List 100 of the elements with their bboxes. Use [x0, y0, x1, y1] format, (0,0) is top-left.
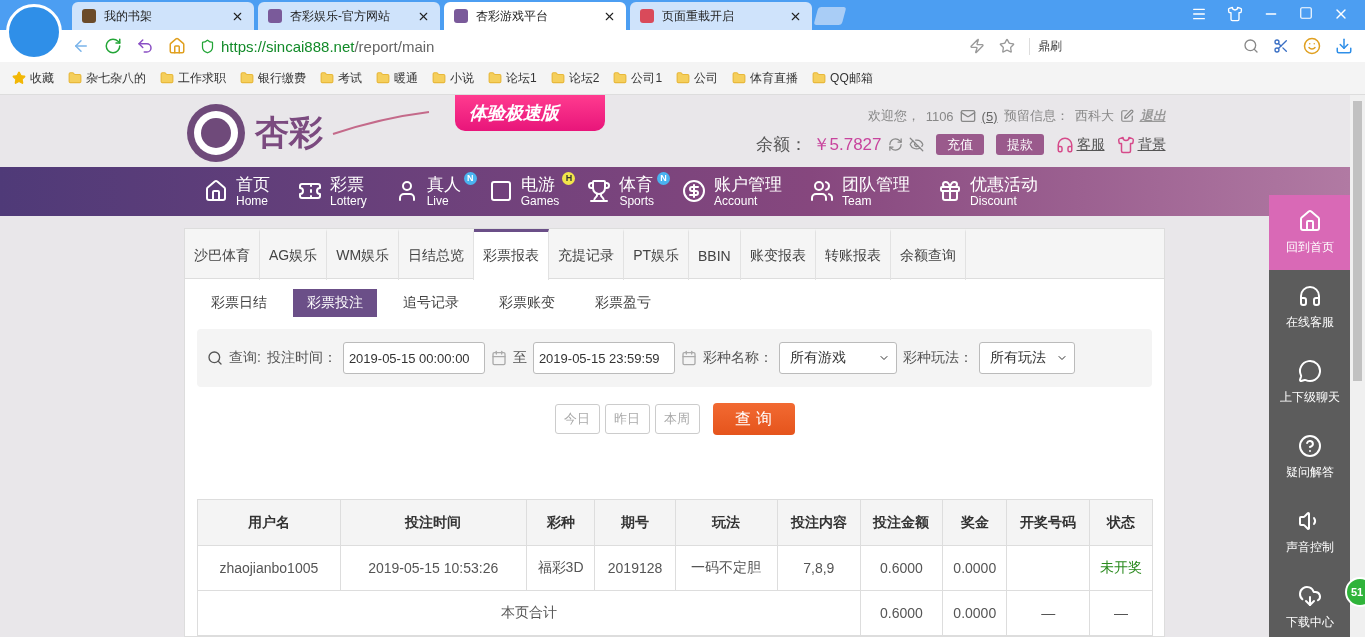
action-button[interactable]: 充值	[935, 134, 984, 155]
bookmark[interactable]: 考试	[320, 69, 362, 87]
folder-icon	[488, 71, 502, 85]
folder-icon	[68, 71, 82, 85]
download-icon[interactable]	[1335, 37, 1353, 55]
nav-item[interactable]: 团队管理 Team	[810, 166, 911, 216]
bookmark[interactable]: 工作求职	[160, 69, 226, 87]
header-link[interactable]: 客服	[1055, 135, 1105, 154]
menu-icon[interactable]	[1191, 6, 1207, 22]
bookmark[interactable]: 银行缴费	[240, 69, 306, 87]
reload-icon[interactable]	[104, 37, 122, 55]
report-tab[interactable]: 转账报表	[815, 229, 891, 280]
nav-item[interactable]: 首页 Home	[204, 166, 270, 216]
sub-tab[interactable]: 彩票盈亏	[581, 289, 665, 317]
bookmark[interactable]: 杂七杂八的	[68, 69, 146, 87]
side-menu-item[interactable]: 疑问解答	[1269, 420, 1350, 495]
sub-tab[interactable]: 彩票账变	[485, 289, 569, 317]
report-tab[interactable]: 沙巴体育	[185, 229, 260, 280]
calendar-icon[interactable]	[680, 350, 697, 366]
nav-item[interactable]: 账户管理 Account	[682, 166, 783, 216]
table-cell: 0.6000	[860, 545, 943, 591]
report-tab[interactable]: 充提记录	[549, 229, 625, 280]
table-cell: —	[1089, 590, 1153, 636]
search-icon[interactable]	[1243, 38, 1259, 54]
nav-item[interactable]: 优惠活动 Discount	[938, 166, 1039, 216]
shirt-icon[interactable]	[1227, 6, 1243, 22]
refresh-icon[interactable]	[887, 137, 903, 152]
scissors-icon[interactable]	[1273, 38, 1289, 54]
report-tab[interactable]: BBIN	[689, 229, 741, 280]
bookmark[interactable]: 论坛1	[488, 69, 537, 87]
nav-badge: H	[562, 171, 576, 185]
lightning-icon[interactable]	[969, 38, 985, 54]
lottery-select[interactable]: 所有游戏	[778, 342, 897, 374]
scrollbar-thumb[interactable]	[1353, 101, 1362, 381]
report-tab[interactable]: 账变报表	[740, 229, 816, 280]
welcome-text: 欢迎您，	[867, 107, 920, 125]
sub-tab[interactable]: 彩票投注	[293, 289, 377, 317]
column-header: 投注时间	[340, 499, 527, 546]
column-header: 期号	[594, 499, 676, 546]
new-tab-button[interactable]	[813, 7, 847, 25]
bookmark[interactable]: 小说	[432, 69, 474, 87]
star-icon[interactable]	[999, 38, 1015, 54]
report-tab[interactable]: PT娱乐	[624, 229, 689, 280]
folder-icon	[160, 71, 174, 85]
edit-icon[interactable]	[1119, 109, 1134, 123]
home-icon[interactable]	[168, 37, 186, 55]
back-icon[interactable]	[72, 37, 90, 55]
table-cell: 2019128	[594, 545, 676, 591]
bookmark[interactable]: 暖通	[376, 69, 418, 87]
play-select[interactable]: 所有玩法	[978, 342, 1075, 374]
balance-value: ￥5.7827	[812, 134, 882, 156]
table-cell: 未开奖	[1089, 545, 1153, 591]
shield-icon	[200, 38, 215, 54]
action-button[interactable]: 提款	[995, 134, 1044, 155]
mail-icon[interactable]	[959, 108, 976, 124]
folder-icon	[432, 71, 446, 85]
report-tab[interactable]: 彩票报表	[474, 229, 550, 280]
side-menu-item[interactable]: 上下级聊天	[1269, 345, 1350, 420]
table-cell: 福彩3D	[526, 545, 595, 591]
browser-tab[interactable]: 杏彩游戏平台	[444, 2, 626, 30]
browser-tab[interactable]: 我的书架	[72, 2, 254, 30]
promo-button[interactable]: 体验极速版	[454, 95, 605, 131]
favicon-icon	[82, 9, 96, 23]
nav-item[interactable]: 彩票 Lottery	[298, 166, 367, 216]
maximize-icon[interactable]	[1299, 6, 1313, 20]
calendar-icon[interactable]	[490, 350, 507, 366]
column-header: 彩种	[526, 499, 595, 546]
bookmark[interactable]: 公司	[676, 69, 719, 87]
users-icon	[810, 179, 835, 204]
start-date-field[interactable]: 2019-05-15 00:00:00	[342, 342, 485, 374]
report-tab[interactable]: WM娱乐	[327, 229, 400, 280]
column-header: 奖金	[942, 499, 1007, 546]
favicon-icon	[454, 9, 468, 23]
end-date-field[interactable]: 2019-05-15 23:59:59	[532, 342, 675, 374]
hide-icon[interactable]	[908, 137, 924, 152]
sub-tab[interactable]: 彩票日结	[197, 289, 281, 317]
report-tab[interactable]: AG娱乐	[260, 229, 328, 280]
bookmark[interactable]: 论坛2	[550, 69, 600, 87]
search-field[interactable]: 鼎刷	[1029, 37, 1229, 55]
bookmark[interactable]: 体育直播	[732, 69, 799, 87]
side-menu-item[interactable]: 在线客服	[1269, 270, 1350, 345]
star-icon	[12, 71, 26, 85]
table-cell: 0.0000	[942, 590, 1007, 636]
browser-tab[interactable]: 杏彩娱乐-官方网站	[258, 2, 440, 30]
header-link[interactable]: 背景	[1116, 135, 1166, 154]
table-cell: 2019-05-15 10:53:26	[340, 545, 527, 591]
message-count-link[interactable]: (5)	[981, 108, 998, 124]
undo-icon[interactable]	[136, 37, 154, 55]
side-menu-item[interactable]: 声音控制	[1269, 495, 1350, 570]
sub-tab[interactable]: 追号记录	[389, 289, 473, 317]
username: 1106	[925, 108, 954, 124]
table-cell: 7,8,9	[777, 545, 861, 591]
column-header: 玩法	[675, 499, 778, 546]
bookmark[interactable]: QQ邮箱	[812, 69, 873, 87]
smile-icon[interactable]	[1303, 37, 1321, 55]
bookmark[interactable]: 收藏	[12, 69, 54, 87]
report-tab[interactable]: 余额查询	[890, 229, 966, 280]
browser-tab[interactable]: 页面重載开启	[630, 2, 812, 30]
bookmark[interactable]: 公司1	[613, 69, 663, 87]
address-field[interactable]: https://sincai888.net/report/main	[200, 37, 955, 55]
